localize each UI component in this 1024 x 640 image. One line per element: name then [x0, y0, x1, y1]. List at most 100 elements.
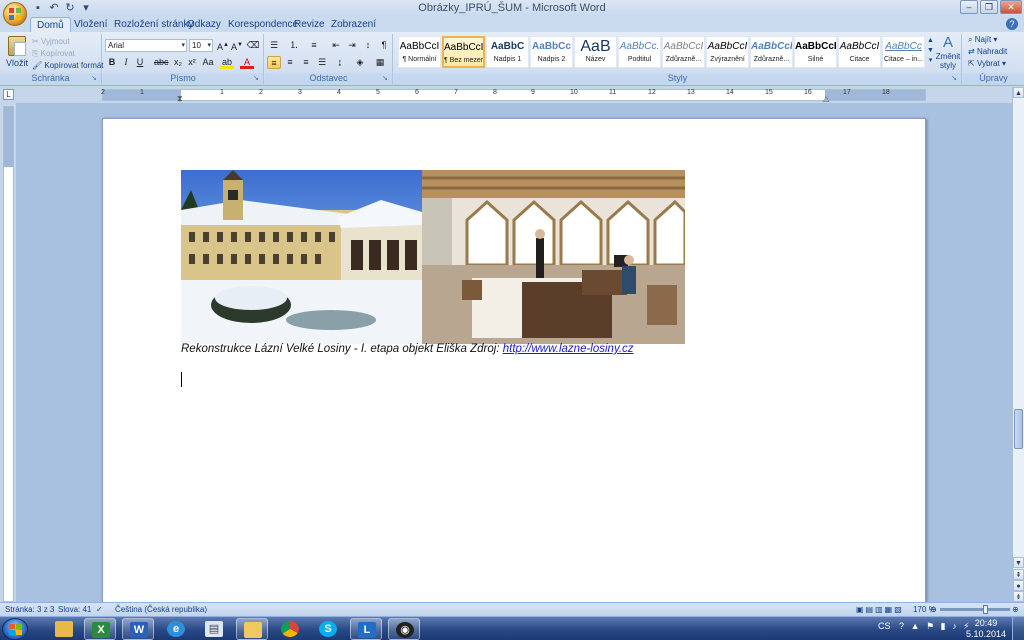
taskbar-camera[interactable]: ◉ — [388, 618, 420, 640]
bold-icon[interactable]: B — [105, 56, 119, 69]
taskbar-folder[interactable] — [236, 618, 268, 640]
next-page-icon[interactable]: ⇟ — [1013, 591, 1024, 602]
style-zduraznene-intenzivne[interactable]: AaBbCcI Zdůrazně... — [750, 36, 793, 68]
bullets-icon[interactable]: ☰ — [267, 39, 281, 52]
show-desktop-button[interactable] — [1012, 617, 1024, 640]
clock[interactable]: 20:49 5.10.2014 — [966, 618, 1006, 640]
copy-button[interactable]: ⎘ Kopírovat — [32, 48, 75, 60]
paste-button[interactable]: Vložit — [4, 36, 30, 72]
volume-icon[interactable]: ♪ — [952, 621, 957, 631]
taskbar-document[interactable]: ▤ — [198, 618, 230, 640]
network-icon[interactable]: ▮ — [941, 621, 946, 631]
close-button[interactable]: ✕ — [1000, 0, 1022, 14]
zoom-slider-knob[interactable] — [983, 605, 988, 614]
spa-building-photo[interactable] — [181, 170, 422, 344]
font-name-select[interactable]: Arial ▾ — [105, 39, 187, 52]
format-painter-button[interactable]: 🖌 Kopírovat formát — [32, 60, 104, 72]
hotel-room-photo[interactable] — [422, 170, 685, 344]
vertical-scrollbar[interactable]: ▲ ▼ ⇞ ● ⇟ — [1012, 87, 1024, 602]
replace-button[interactable]: ⇄ Nahradit — [968, 46, 1007, 58]
taskbar-ie[interactable]: e — [160, 618, 192, 640]
style-citace[interactable]: AaBbCcI Citace — [838, 36, 881, 68]
clipboard-launcher-icon[interactable]: ↘ — [91, 75, 99, 83]
prev-page-icon[interactable]: ⇞ — [1013, 569, 1024, 580]
taskbar-lync[interactable]: L — [350, 618, 382, 640]
scroll-thumb[interactable] — [1014, 409, 1023, 449]
highlight-icon[interactable]: ab — [220, 56, 234, 69]
taskbar-explorer[interactable] — [48, 618, 80, 640]
increase-indent-icon[interactable]: ⇥ — [345, 39, 359, 52]
select-button[interactable]: ⇱ Vybrat ▾ — [968, 58, 1006, 70]
style-zduraznene-jemne[interactable]: AaBbCcI Zdůrazně... — [662, 36, 705, 68]
shrink-font-icon[interactable]: A▼ — [230, 39, 244, 52]
minimize-button[interactable]: – — [960, 0, 978, 14]
style-bez-mezer[interactable]: AaBbCcI ¶ Bez mezer — [442, 36, 485, 68]
help-icon[interactable]: ? — [1006, 18, 1018, 30]
styles-scroll[interactable]: ▲ ▼ ▾ — [926, 36, 935, 68]
italic-icon[interactable]: I — [119, 56, 133, 69]
styles-launcher-icon[interactable]: ↘ — [951, 75, 959, 83]
style-normalni[interactable]: AaBbCcI ¶ Normální — [398, 36, 441, 68]
grow-font-icon[interactable]: A▲ — [216, 39, 230, 52]
zoom-slider-track[interactable] — [940, 608, 1010, 611]
paragraph-launcher-icon[interactable]: ↘ — [382, 75, 390, 83]
right-indent-marker-icon[interactable]: △ — [823, 94, 829, 103]
taskbar-skype[interactable]: S — [312, 618, 344, 640]
caption-source-link[interactable]: http://www.lazne-losiny.cz — [503, 343, 634, 355]
align-right-icon[interactable]: ≡ — [299, 56, 313, 69]
scroll-down-icon[interactable]: ▼ — [1013, 557, 1024, 568]
photo-strip[interactable] — [181, 170, 685, 344]
style-nazev[interactable]: AaB Název — [574, 36, 617, 68]
numbering-icon[interactable]: ⒈ — [287, 39, 301, 52]
clear-formatting-icon[interactable]: ⌫ — [246, 39, 260, 52]
view-buttons[interactable]: ▣▤▥▦▧ — [856, 603, 904, 616]
decrease-indent-icon[interactable]: ⇤ — [329, 39, 343, 52]
style-silne[interactable]: AaBbCcI Silné — [794, 36, 837, 68]
tab-selector[interactable]: L — [3, 89, 14, 100]
scroll-up-icon[interactable]: ▲ — [1013, 87, 1024, 98]
align-left-icon[interactable]: ≡ — [267, 56, 281, 69]
show-formatting-marks-icon[interactable]: ¶ — [377, 39, 391, 52]
style-citace-intenzivni[interactable]: AaBbCc Citace – in... — [882, 36, 925, 68]
cut-button[interactable]: ✂ Vyjmout — [32, 36, 70, 48]
tab-domu[interactable]: Domů — [30, 17, 71, 32]
taskbar-excel[interactable]: X — [84, 618, 116, 640]
start-button[interactable] — [2, 618, 28, 640]
line-spacing-icon[interactable]: ↨ — [333, 56, 347, 69]
align-center-icon[interactable]: ≡ — [283, 56, 297, 69]
tab-vlozeni[interactable]: Vložení — [68, 17, 113, 32]
strikethrough-icon[interactable]: abc — [154, 56, 169, 69]
style-nadpis-2[interactable]: AaBbCc Nadpis 2 — [530, 36, 573, 68]
font-launcher-icon[interactable]: ↘ — [253, 75, 261, 83]
proofing-icon[interactable]: ✓ — [96, 603, 103, 616]
find-button[interactable]: ⌕ Najít ▾ — [968, 34, 997, 46]
language-indicator[interactable]: Čeština (Česká republika) — [115, 603, 207, 616]
page-count[interactable]: Stránka: 3 z 3 — [5, 603, 54, 616]
office-button[interactable] — [3, 2, 27, 26]
zoom-out-icon[interactable]: ⊖ — [930, 603, 937, 616]
shading-icon[interactable]: ◈ — [353, 56, 367, 69]
style-nadpis-1[interactable]: AaBbC Nadpis 1 — [486, 36, 529, 68]
subscript-icon[interactable]: x₂ — [171, 56, 185, 69]
document-page[interactable]: Rekonstrukce Lázní Velké Losiny - I. eta… — [102, 118, 926, 603]
justify-icon[interactable]: ☰ — [315, 56, 329, 69]
font-color-icon[interactable]: A — [240, 56, 254, 69]
zoom-in-icon[interactable]: ⊕ — [1012, 603, 1019, 616]
taskbar-chrome[interactable] — [274, 618, 306, 640]
font-size-select[interactable]: 10 ▾ — [189, 39, 213, 52]
tab-odkazy[interactable]: Odkazy — [181, 17, 227, 32]
sort-icon[interactable]: ↕ — [361, 39, 375, 52]
horizontal-ruler[interactable]: 2 1 1 2 3 4 5 6 7 8 9 10 11 12 13 14 15 … — [101, 89, 926, 103]
maximize-button[interactable]: ❐ — [980, 0, 998, 14]
change-styles-button[interactable]: A Změnit styly — [935, 34, 961, 72]
change-case-icon[interactable]: Aa — [201, 56, 215, 69]
style-zvyrazneni[interactable]: AaBbCcI Zvýraznění — [706, 36, 749, 68]
browse-object-icon[interactable]: ● — [1013, 580, 1024, 591]
document-area[interactable]: Rekonstrukce Lázní Velké Losiny - I. eta… — [16, 103, 1012, 603]
style-podtitul[interactable]: AaBbCc. Podtitul — [618, 36, 661, 68]
vertical-ruler[interactable] — [3, 106, 14, 602]
taskbar-word[interactable]: W — [122, 618, 154, 640]
multilevel-list-icon[interactable]: ≡ — [307, 39, 321, 52]
underline-icon[interactable]: U — [133, 56, 147, 69]
superscript-icon[interactable]: x² — [185, 56, 199, 69]
